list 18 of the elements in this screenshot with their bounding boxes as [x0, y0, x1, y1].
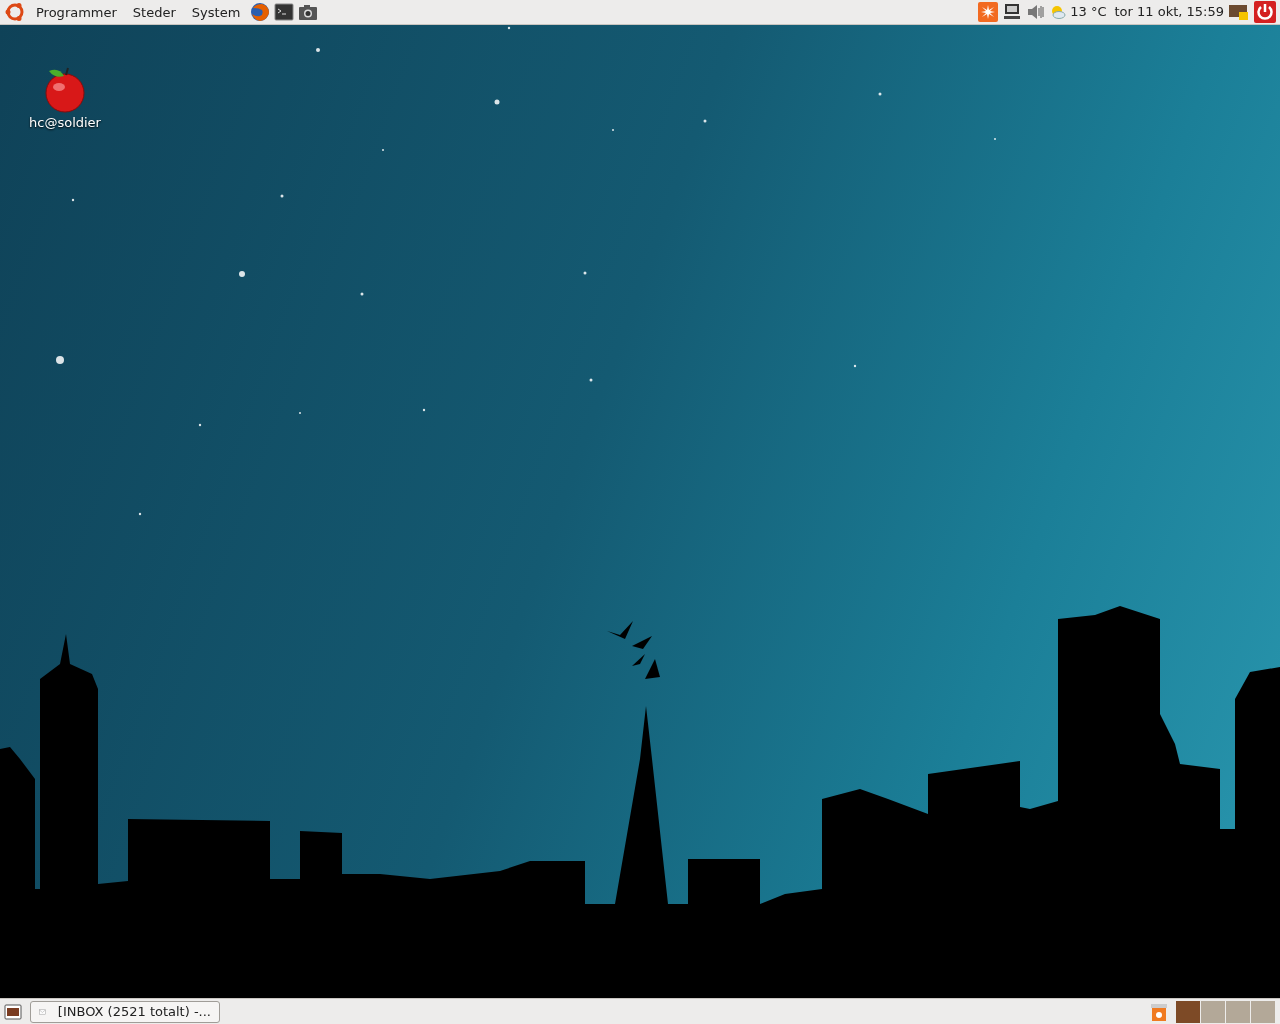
power-icon[interactable] [1254, 1, 1276, 23]
menu-item[interactable]: System [185, 5, 247, 19]
workspace-button[interactable] [1176, 1000, 1201, 1023]
trash-icon[interactable] [1150, 1001, 1168, 1022]
terminal-icon[interactable] [274, 3, 295, 21]
ubuntu-logo-icon[interactable] [4, 1, 26, 23]
network-computer-icon[interactable] [1002, 2, 1023, 22]
show-desktop-icon[interactable] [4, 1002, 22, 1021]
taskbar-window-button[interactable]: [INBOX (2521 totalt) -... [30, 1000, 220, 1023]
envelope-icon [39, 1006, 46, 1017]
menu-item[interactable]: Programmer [30, 5, 123, 19]
menu-item[interactable]: Steder [126, 5, 182, 19]
weather-temperature[interactable]: 13 °C [1070, 2, 1107, 22]
clock[interactable]: tor 11 okt, 15:59 [1114, 2, 1224, 22]
camera-icon[interactable] [298, 3, 319, 21]
firefox-icon[interactable] [250, 2, 271, 22]
desktop-icon-label[interactable]: hc@soldier [29, 113, 101, 133]
volume-icon[interactable] [1026, 3, 1047, 21]
